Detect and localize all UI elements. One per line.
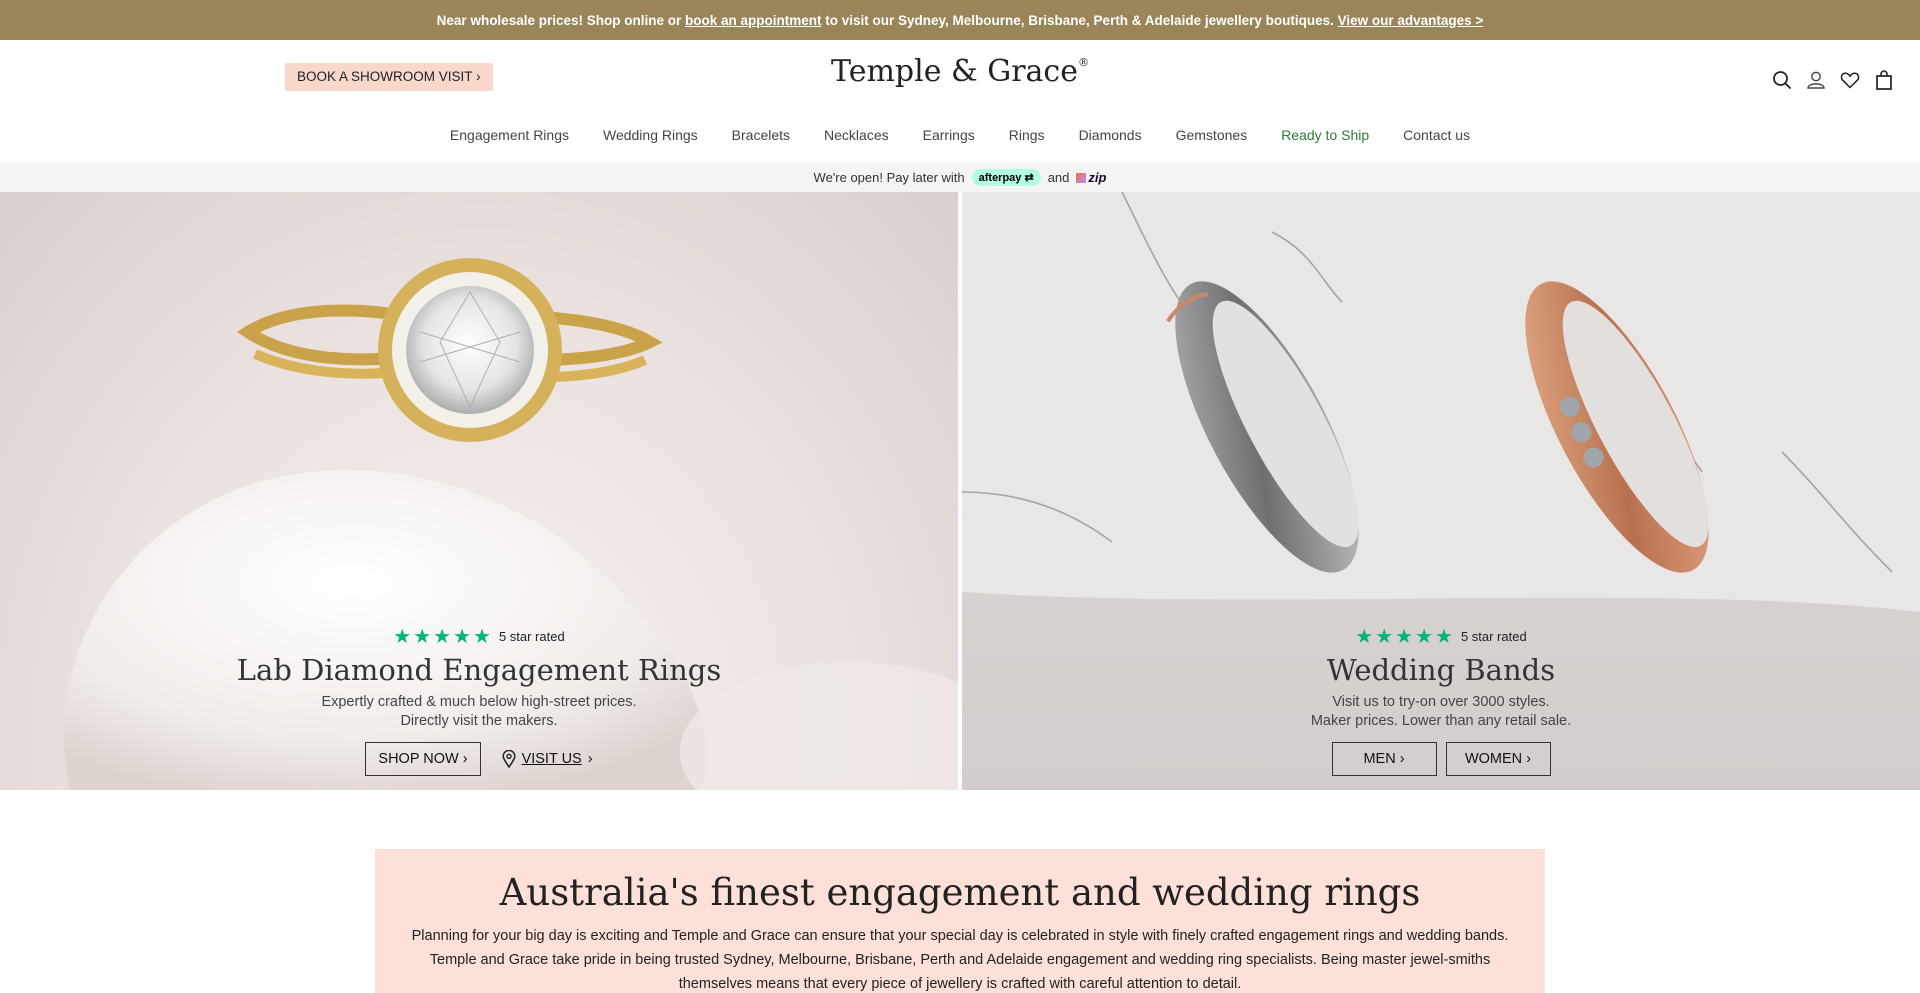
book-appointment-link[interactable]: book an appointment [685,13,822,28]
account-icon[interactable] [1805,69,1827,91]
nav-rings[interactable]: Rings [1009,127,1045,143]
women-button[interactable]: WOMEN › [1445,742,1551,776]
bag-icon[interactable] [1873,69,1895,91]
rating-row: ★★★★★ 5 star rated [962,624,1920,649]
logo-text: Temple & Grace [831,54,1078,89]
rating-text: 5 star rated [498,629,565,644]
pay-later-and: and [1047,169,1070,185]
hero-subtitle: Expertly crafted & much below high-stree… [0,693,958,731]
nav-earrings[interactable]: Earrings [923,127,975,143]
site-header: BOOK A SHOWROOM VISIT › Temple & Grace® … [0,40,1920,162]
hero-subtitle-line1: Visit us to try-on over 3000 styles. [1332,694,1550,710]
star-rating-icon: ★★★★★ [393,626,493,648]
book-showroom-visit-button[interactable]: BOOK A SHOWROOM VISIT › [285,63,493,91]
zip-label: zip [1088,169,1107,185]
zip-mark-icon [1076,172,1087,183]
map-pin-icon [502,750,516,768]
zip-logo: zip [1076,170,1106,185]
nav-contact-us[interactable]: Contact us [1403,127,1470,143]
hero-wedding-bands[interactable]: ★★★★★ 5 star rated Wedding Bands Visit u… [962,192,1920,790]
hero-subtitle-line2: Maker prices. Lower than any retail sale… [1310,713,1572,729]
hero-subtitle: Visit us to try-on over 3000 styles. Mak… [962,693,1920,731]
nav-engagement-rings[interactable]: Engagement Rings [450,127,569,143]
afterpay-label: afterpay [978,171,1022,184]
main-nav: Engagement Rings Wedding Rings Bracelets… [0,127,1920,143]
hero-left-copy: ★★★★★ 5 star rated Lab Diamond Engagemen… [0,624,958,776]
hero-title: Wedding Bands [1326,653,1556,687]
pay-later-bar: We're open! Pay later with afterpay ⇄ an… [0,162,1920,192]
intro-heading: Australia's finest engagement and weddin… [499,871,1421,914]
rating-row: ★★★★★ 5 star rated [0,624,958,649]
site-logo[interactable]: Temple & Grace® [831,54,1089,89]
star-rating-icon: ★★★★★ [1355,626,1455,648]
rating-text: 5 star rated [1460,629,1527,644]
view-advantages-link[interactable]: View our advantages > [1338,13,1484,28]
hero-subtitle-line1: Expertly crafted & much below high-stree… [321,694,637,710]
announcement-text-after: to visit our Sydney, Melbourne, Brisbane… [821,12,1338,28]
visit-us-link[interactable]: VISIT US › [502,750,593,768]
visit-us-label: VISIT US [521,751,582,767]
nav-necklaces[interactable]: Necklaces [824,127,889,143]
intro-section: Australia's finest engagement and weddin… [375,849,1545,993]
registered-mark: ® [1077,56,1089,69]
hero-buttons: MEN › WOMEN › [962,742,1920,776]
nav-diamonds[interactable]: Diamonds [1079,127,1142,143]
women-label: WOMEN [1464,751,1523,767]
nav-gemstones[interactable]: Gemstones [1176,127,1248,143]
nav-ready-to-ship[interactable]: Ready to Ship [1281,127,1369,143]
hero-engagement-rings[interactable]: ★★★★★ 5 star rated Lab Diamond Engagemen… [0,192,958,790]
hero-subtitle-line2: Directly visit the makers. [400,713,558,729]
men-label: MEN [1363,751,1396,767]
search-icon[interactable] [1771,69,1793,91]
shop-now-label: SHOP NOW [378,751,459,767]
header-icons [1771,69,1895,91]
hero-right-copy: ★★★★★ 5 star rated Wedding Bands Visit u… [962,624,1920,776]
hero-title: Lab Diamond Engagement Rings [236,653,722,687]
book-showroom-visit-label: BOOK A SHOWROOM VISIT [297,69,473,84]
nav-wedding-rings[interactable]: Wedding Rings [603,127,698,143]
nav-bracelets[interactable]: Bracelets [732,127,790,143]
afterpay-logo: afterpay ⇄ [971,168,1041,186]
announcement-bar: Near wholesale prices! Shop online or bo… [0,0,1920,40]
intro-body: Planning for your big day is exciting an… [411,928,1509,992]
pay-later-text: We're open! Pay later with [813,169,965,185]
hero-buttons: SHOP NOW › VISIT US › [0,742,958,776]
announcement-text-before: Near wholesale prices! Shop online or [436,12,685,28]
heart-icon[interactable] [1839,69,1861,91]
shop-now-button[interactable]: SHOP NOW › [365,742,481,776]
men-button[interactable]: MEN › [1331,742,1437,776]
chevron-right-icon: › [476,69,481,84]
